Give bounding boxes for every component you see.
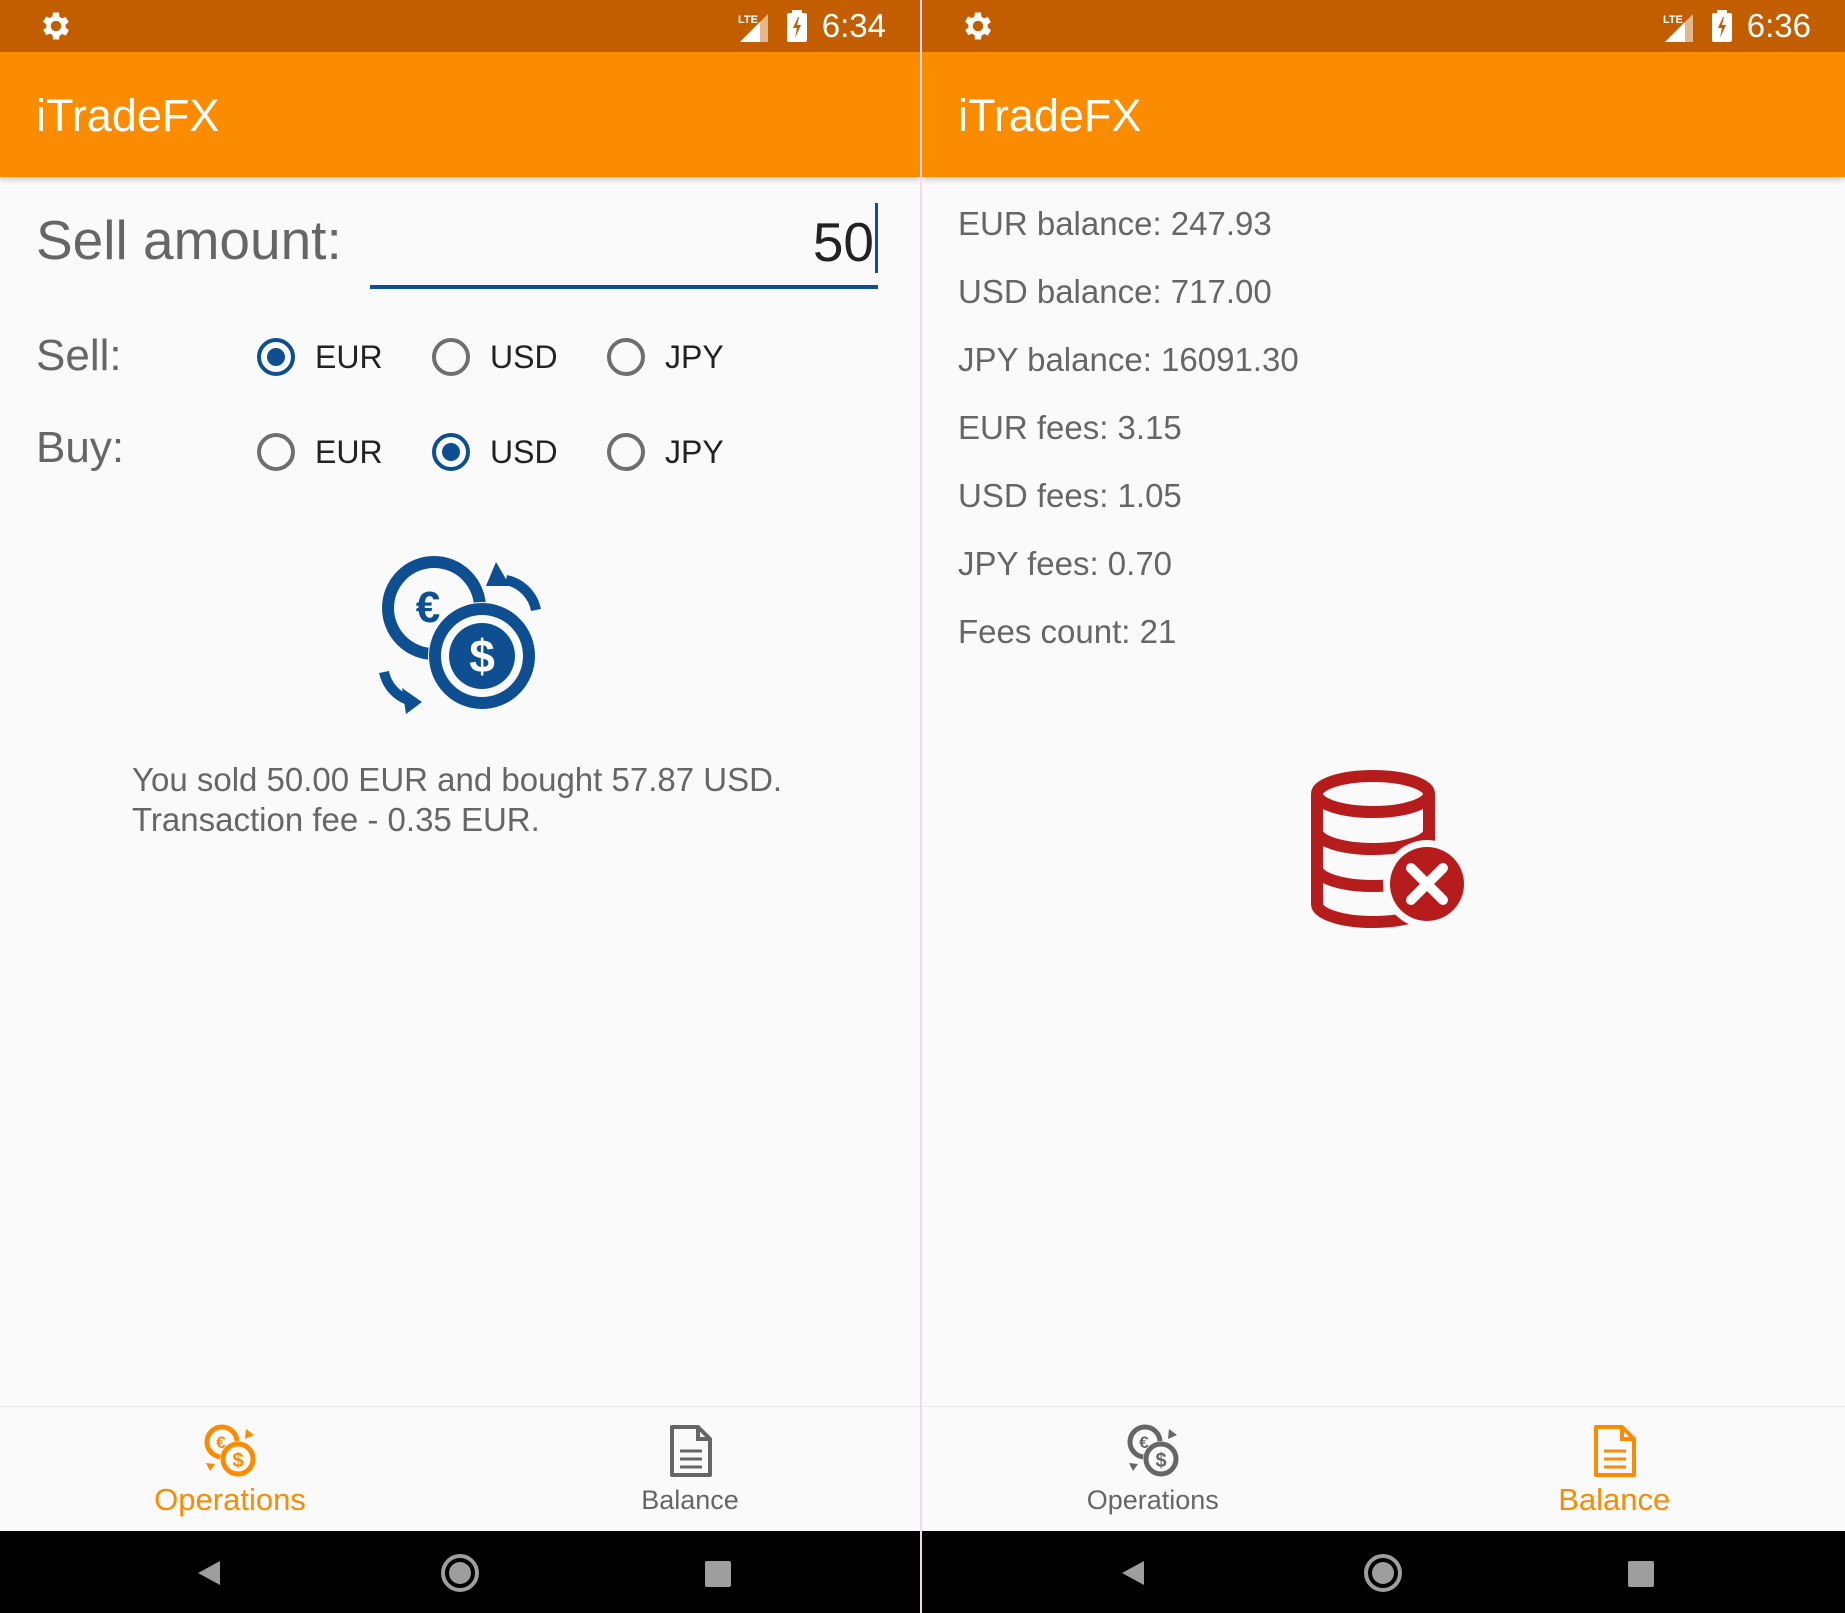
radio-checked[interactable] [257,338,295,376]
home-icon[interactable] [440,1553,480,1593]
app-bar: iTradeFX [0,52,920,177]
balance-screen: LTE 6:36 iTradeFX EUR balance: 247.93 US… [922,0,1845,1613]
nav-balance[interactable]: Balance [1384,1407,1845,1532]
status-bar: LTE 6:34 [0,0,920,52]
result-line-2: Transaction fee - 0.35 EUR. [132,801,540,838]
eur-balance: EUR balance: 247.93 [958,205,1272,242]
radio-label: USD [490,339,558,375]
svg-text:$: $ [469,630,495,682]
radio-label: JPY [665,339,724,375]
home-icon[interactable] [1363,1553,1403,1593]
sell-amount-value[interactable]: 50 [813,207,874,277]
clock: 6:36 [1746,7,1811,44]
system-navigation-bar [922,1531,1845,1613]
back-icon[interactable] [190,1553,230,1593]
buy-radio-usd[interactable]: USD [432,427,562,483]
radio-label: EUR [315,339,383,375]
app-bar: iTradeFX [922,52,1845,177]
app-title: iTradeFX [36,90,220,141]
currency-exchange-icon: $ € [204,1424,256,1477]
recents-icon[interactable] [697,1553,737,1593]
radio-unchecked[interactable] [607,338,645,376]
signal-icon: LTE [738,14,768,42]
battery-charging-icon [1712,10,1732,42]
document-icon [670,1425,712,1477]
sell-radio-usd[interactable]: USD [432,332,562,388]
radio-unchecked[interactable] [257,433,295,471]
radio-checked[interactable] [432,433,470,471]
system-navigation-bar [0,1531,920,1613]
svg-text:€: € [1139,1433,1149,1452]
fees-count: Fees count: 21 [958,613,1177,650]
document-icon [1594,1425,1637,1477]
radio-label: EUR [315,434,383,470]
jpy-fees: JPY fees: 0.70 [958,545,1173,582]
nav-balance[interactable]: Balance [460,1407,920,1532]
clock: 6:34 [821,7,886,44]
svg-text:€: € [216,1433,226,1452]
usd-fees: USD fees: 1.05 [958,477,1182,514]
jpy-balance: JPY balance: 16091.30 [958,341,1299,378]
lte-label: LTE [1663,14,1683,26]
app-title: iTradeFX [958,90,1142,141]
back-icon[interactable] [1114,1553,1154,1593]
sell-radio-eur[interactable]: EUR [257,332,387,388]
currency-exchange-icon: $ € [1127,1424,1179,1477]
bottom-navigation: $ € Operations Balance [0,1406,920,1532]
lte-label: LTE [738,14,758,26]
buy-radio-eur[interactable]: EUR [257,427,387,483]
nav-operations[interactable]: $ € Operations [0,1407,460,1532]
radio-label: USD [490,434,558,470]
svg-text:$: $ [232,1450,243,1472]
buy-radio-jpy[interactable]: JPY [607,427,737,483]
gear-icon [965,12,991,40]
radio-unchecked[interactable] [607,433,645,471]
status-bar: LTE 6:36 [922,0,1845,52]
nav-label[interactable]: Operations [922,1480,1384,1520]
svg-text:$: $ [1155,1450,1166,1472]
nav-label[interactable]: Balance [1384,1480,1845,1520]
nav-label[interactable]: Balance [460,1480,920,1520]
sell-radio-jpy[interactable]: JPY [607,332,737,388]
dual-screenshot: LTE 6:34 iTradeFX Sell amount: 50 Sell: … [0,0,1845,1613]
recents-icon[interactable] [1620,1553,1660,1593]
svg-text:€: € [416,583,440,632]
result-line-1: You sold 50.00 EUR and bought 57.87 USD. [132,761,783,798]
text-cursor [875,203,878,273]
nav-label[interactable]: Operations [0,1480,460,1520]
database-delete-icon [1311,770,1471,929]
sell-amount-input[interactable]: 50 [370,195,878,289]
radio-unchecked[interactable] [432,338,470,376]
battery-charging-icon [787,10,807,42]
sell-amount-label: Sell amount: [36,209,342,271]
transaction-result: You sold 50.00 EUR and bought 57.87 USD.… [132,760,782,840]
bottom-navigation: $ € Operations Balance [922,1406,1845,1532]
operations-screen: LTE 6:34 iTradeFX Sell amount: 50 Sell: … [0,0,920,1613]
eur-fees: EUR fees: 3.15 [958,409,1182,446]
gear-icon [43,12,69,40]
nav-operations[interactable]: $ € Operations [922,1407,1384,1532]
sell-label: Sell: [36,331,122,380]
radio-label: JPY [665,434,724,470]
buy-label: Buy: [36,423,125,472]
currency-exchange-icon: $ € [379,556,541,714]
usd-balance: USD balance: 717.00 [958,273,1272,310]
signal-icon: LTE [1663,14,1693,42]
